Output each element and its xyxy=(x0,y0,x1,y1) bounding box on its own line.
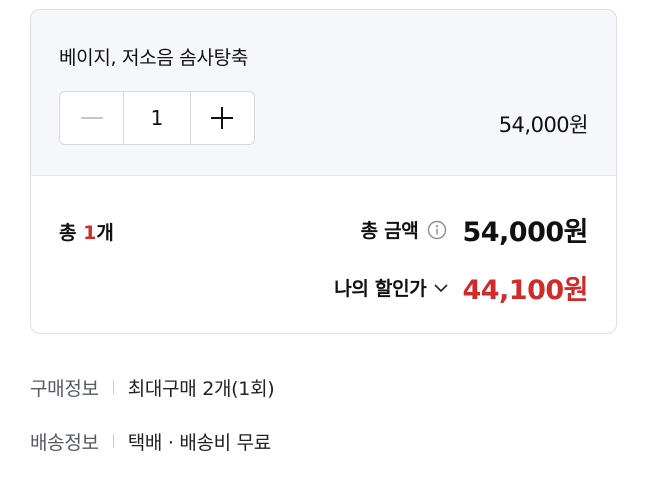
selected-option-panel: 베이지, 저소음 솜사탕축 1 54,000원 xyxy=(31,10,616,176)
total-amount-label: 총 금액 xyxy=(360,220,419,242)
total-count: 총 1개 xyxy=(59,218,114,245)
total-amount-value: 54,000원 xyxy=(462,217,588,248)
purchase-info-value: 최대구매 2개(1회) xyxy=(127,377,275,400)
total-count-suffix: 개 xyxy=(96,222,114,244)
total-amount-row: 총 금액 54,000원 xyxy=(360,210,589,249)
info-circle-icon[interactable] xyxy=(426,219,448,241)
option-price: 54,000원 xyxy=(498,113,589,137)
delivery-info-row: 배송정보 택배 · 배송비 무료 xyxy=(30,426,610,456)
discount-price-row: 나의 할인가 44,100원 xyxy=(334,268,588,307)
decrease-quantity-button[interactable] xyxy=(60,92,123,144)
plus-icon xyxy=(211,107,234,129)
increase-quantity-button[interactable] xyxy=(191,92,254,144)
chevron-down-icon[interactable] xyxy=(432,279,450,297)
divider xyxy=(112,380,114,394)
discount-price-toggle[interactable]: 나의 할인가 xyxy=(334,274,427,301)
purchase-info-list: 구매정보 최대구매 2개(1회) 배송정보 택배 · 배송비 무료 xyxy=(30,372,610,480)
total-count-prefix: 총 xyxy=(59,222,84,244)
option-name: 베이지, 저소음 솜사탕축 xyxy=(59,47,249,69)
order-summary-card: 베이지, 저소음 솜사탕축 1 54,000원 총 1개 총 금액 54,000… xyxy=(30,9,617,334)
divider xyxy=(112,434,114,448)
delivery-info-label: 배송정보 xyxy=(30,431,99,454)
discount-price-value: 44,100원 xyxy=(462,275,588,306)
minus-icon xyxy=(80,117,103,119)
delivery-info-value: 택배 · 배송비 무료 xyxy=(127,431,272,454)
purchase-info-row: 구매정보 최대구매 2개(1회) xyxy=(30,372,610,402)
quantity-value[interactable]: 1 xyxy=(123,92,191,144)
purchase-info-label: 구매정보 xyxy=(30,377,99,400)
total-count-value: 1 xyxy=(83,222,97,244)
quantity-stepper: 1 xyxy=(59,91,255,145)
